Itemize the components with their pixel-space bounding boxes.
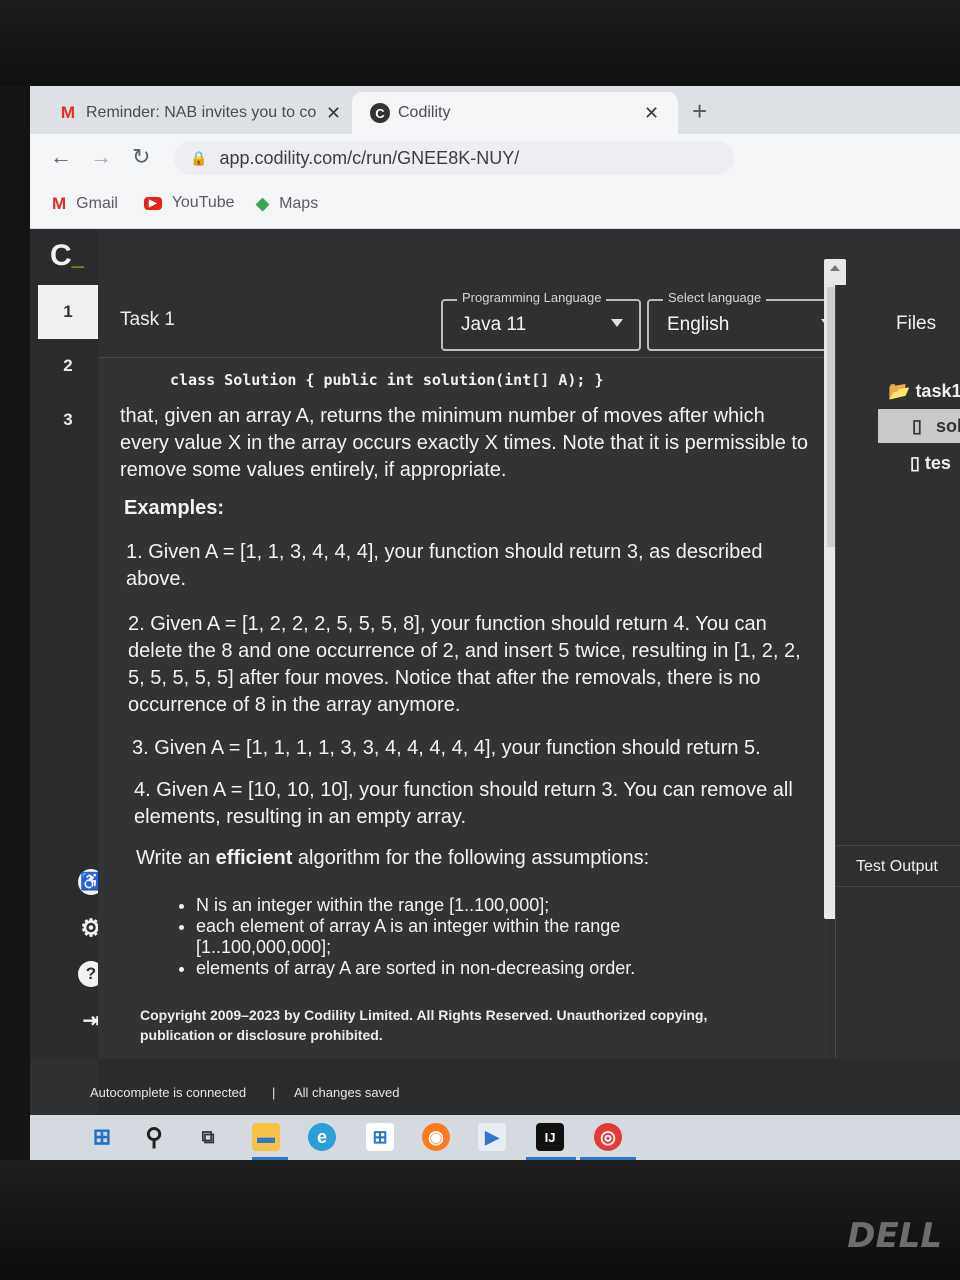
scroll-up-icon[interactable]	[830, 265, 840, 271]
task-view-icon[interactable]: ⧉	[194, 1123, 222, 1151]
bookmark-label: YouTube	[171, 194, 235, 211]
example-1: 1. Given A = [1, 1, 3, 4, 4, 4], your fu…	[126, 541, 763, 590]
copyright-notice: Copyright 2009–2023 by Codility Limited.…	[140, 1007, 708, 1043]
folder-icon: 📂	[888, 381, 911, 401]
examples-heading: Examples:	[124, 497, 225, 519]
test-output-tab[interactable]: Test Output	[836, 845, 960, 887]
example-3: 3. Given A = [1, 1, 1, 1, 3, 3, 4, 4, 4,…	[132, 737, 761, 759]
monitor-bezel-bottom: DELL	[0, 1160, 960, 1280]
assumption-item: N is an integer within the range [1..100…	[196, 895, 716, 916]
task-tab-1[interactable]: 1	[38, 285, 98, 339]
windows-taskbar: ⊞ ⚲ ⧉ ▬ e ⊞ ◉ ▶ IJ ◎	[30, 1115, 960, 1160]
test-output-label: Test Output	[856, 858, 938, 875]
assumptions-list: N is an integer within the range [1..100…	[178, 895, 716, 979]
assumption-item: elements of array A are sorted in non-de…	[196, 958, 716, 979]
lock-icon: 🔒	[190, 149, 208, 166]
file-explorer-icon[interactable]: ▬	[252, 1123, 280, 1151]
task-title: Task 1	[120, 309, 175, 330]
back-icon[interactable]: ←	[50, 144, 72, 170]
file-name: task1	[915, 381, 960, 401]
store-icon[interactable]: ⊞	[366, 1123, 394, 1151]
browser-tab-strip: M Reminder: NAB invites you to co ✕ C Co…	[30, 86, 960, 134]
tab-title: Codility	[398, 104, 451, 121]
file-icon: ▯	[910, 453, 920, 473]
logo-letter: C	[50, 239, 72, 272]
function-signature: class Solution { public int solution(int…	[170, 371, 604, 389]
bookmark-label: Gmail	[76, 195, 118, 212]
gmail-icon: M	[52, 194, 67, 213]
new-tab-icon[interactable]: +	[692, 96, 707, 127]
files-panel: Files 📂 task1 ▯ sol ▯ tes Test Output	[835, 285, 960, 1060]
codility-icon: C	[370, 103, 390, 123]
close-tab-icon[interactable]: ✕	[644, 103, 659, 124]
reload-icon[interactable]: ↻	[132, 144, 150, 170]
autocomplete-status: Autocomplete is connected	[90, 1085, 247, 1100]
bookmark-label: Maps	[279, 195, 319, 212]
logo-underscore: _	[71, 245, 84, 270]
task-tab-2[interactable]: 2	[38, 339, 98, 393]
status-separator: |	[272, 1085, 276, 1100]
bookmark-youtube[interactable]: ▶ YouTube	[144, 194, 235, 212]
gmail-icon: M	[60, 103, 76, 122]
intellij-icon[interactable]: IJ	[536, 1123, 564, 1151]
assumption-item: each element of array A is an integer wi…	[196, 916, 716, 958]
tab-codility[interactable]: C Codility ✕	[352, 92, 678, 134]
assumptions-text: Write an	[136, 847, 216, 869]
ui-language-label: Select language	[663, 290, 767, 305]
example-4: 4. Given A = [10, 10, 10], your function…	[134, 779, 793, 828]
forward-icon[interactable]: →	[90, 144, 112, 170]
search-icon[interactable]: ⚲	[140, 1123, 168, 1151]
chrome-icon[interactable]: ◎	[594, 1123, 622, 1151]
windows-start-icon[interactable]: ⊞	[88, 1123, 116, 1151]
files-title: Files	[896, 313, 937, 334]
bookmark-gmail[interactable]: M Gmail	[52, 194, 118, 214]
task-number: 3	[63, 410, 73, 429]
screen: M Reminder: NAB invites you to co ✕ C Co…	[30, 86, 960, 1160]
url-field[interactable]: 🔒 app.codility.com/c/run/GNEE8K-NUY/	[174, 141, 734, 175]
programming-language-value: Java 11	[461, 314, 527, 335]
assumptions-intro: Write an efficient algorithm for the fol…	[136, 845, 796, 872]
codility-app: C_ 1 2 3 ♿ ⚙ ? ⇥ Task 1 Programming Lang…	[30, 229, 960, 1160]
example-2: 2. Given A = [1, 2, 2, 2, 5, 5, 5, 8], y…	[128, 613, 801, 716]
programming-language-label: Programming Language	[457, 290, 607, 305]
programming-language-select[interactable]: Programming Language Java 11	[441, 290, 641, 351]
problem-intro: that, given an array A, returns the mini…	[120, 405, 809, 481]
file-icon: ▯	[912, 416, 922, 436]
task-sidebar: C_ 1 2 3 ♿ ⚙ ? ⇥	[30, 229, 104, 1059]
dropdown-arrow-icon	[611, 319, 623, 327]
file-name: tes	[924, 453, 951, 473]
bookmarks-bar: M Gmail ▶ YouTube ◆ Maps	[30, 182, 960, 229]
codility-logo: C_	[50, 239, 84, 273]
tab-gmail-reminder[interactable]: M Reminder: NAB invites you to co ✕	[48, 92, 348, 134]
maps-icon: ◆	[256, 194, 270, 213]
ui-language-select[interactable]: Select language English	[647, 290, 851, 351]
url-text: app.codility.com/c/run/GNEE8K-NUY/	[219, 147, 520, 168]
file-tests[interactable]: ▯ tes	[910, 453, 951, 474]
monitor-bezel-top	[0, 0, 960, 86]
dell-logo: DELL	[847, 1216, 942, 1256]
file-solution[interactable]: ▯ sol	[878, 409, 960, 443]
close-tab-icon[interactable]: ✕	[326, 103, 341, 124]
task-number: 1	[63, 302, 73, 321]
ui-language-value: English	[667, 314, 730, 335]
address-bar-row: ← → ↻ 🔒 app.codility.com/c/run/GNEE8K-NU…	[30, 134, 960, 182]
status-bar: Autocomplete is connected | All changes …	[90, 1059, 960, 1115]
bookmark-maps[interactable]: ◆ Maps	[256, 194, 318, 214]
assumptions-text: algorithm for the following assumptions:	[292, 847, 650, 869]
media-player-icon[interactable]: ▶	[478, 1123, 506, 1151]
save-status: All changes saved	[294, 1085, 400, 1100]
edge-icon[interactable]: e	[308, 1123, 336, 1151]
folder-task1[interactable]: 📂 task1	[888, 381, 960, 402]
youtube-icon: ▶	[144, 196, 162, 210]
firefox-icon[interactable]: ◉	[422, 1123, 450, 1151]
task-number: 2	[63, 356, 73, 375]
file-name: sol	[936, 416, 960, 436]
assumptions-bold: efficient	[215, 847, 293, 869]
tab-title: Reminder: NAB invites you to co	[86, 104, 317, 121]
task-description: class Solution { public int solution(int…	[98, 359, 828, 1059]
task-tab-3[interactable]: 3	[38, 393, 98, 447]
